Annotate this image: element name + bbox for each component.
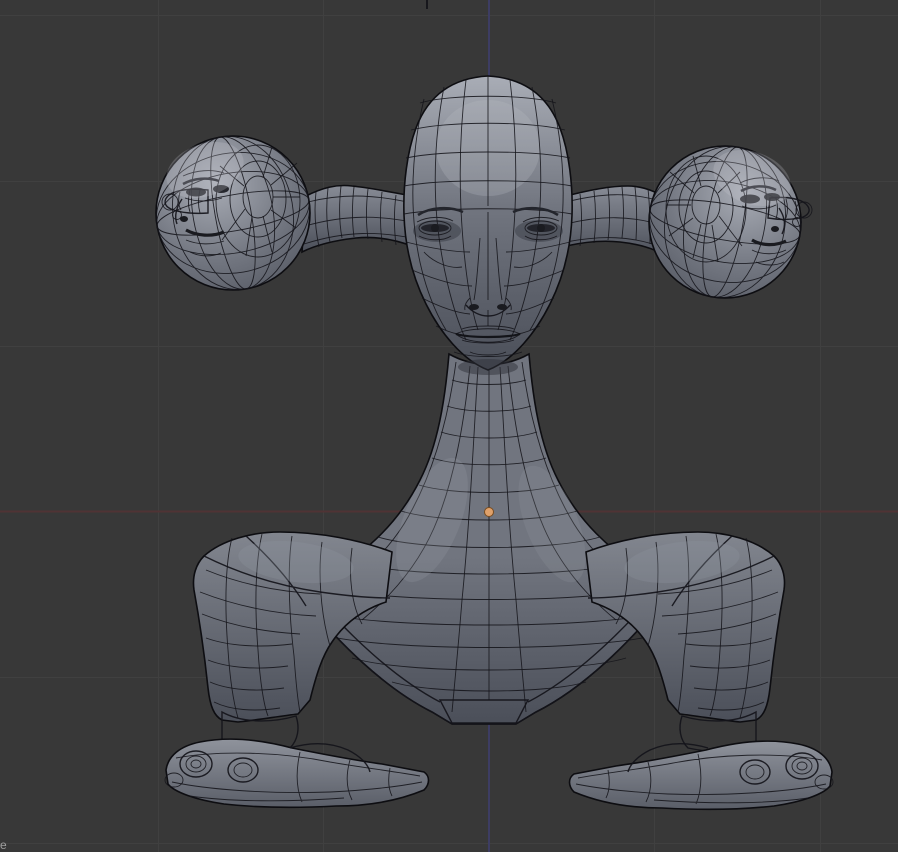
viewport-canvas[interactable] (0, 0, 898, 852)
chin-shadow (458, 359, 518, 375)
viewport-3d[interactable]: e (0, 0, 898, 852)
corner-cutoff-text: e (0, 838, 7, 852)
object-origin-dot (484, 507, 494, 517)
